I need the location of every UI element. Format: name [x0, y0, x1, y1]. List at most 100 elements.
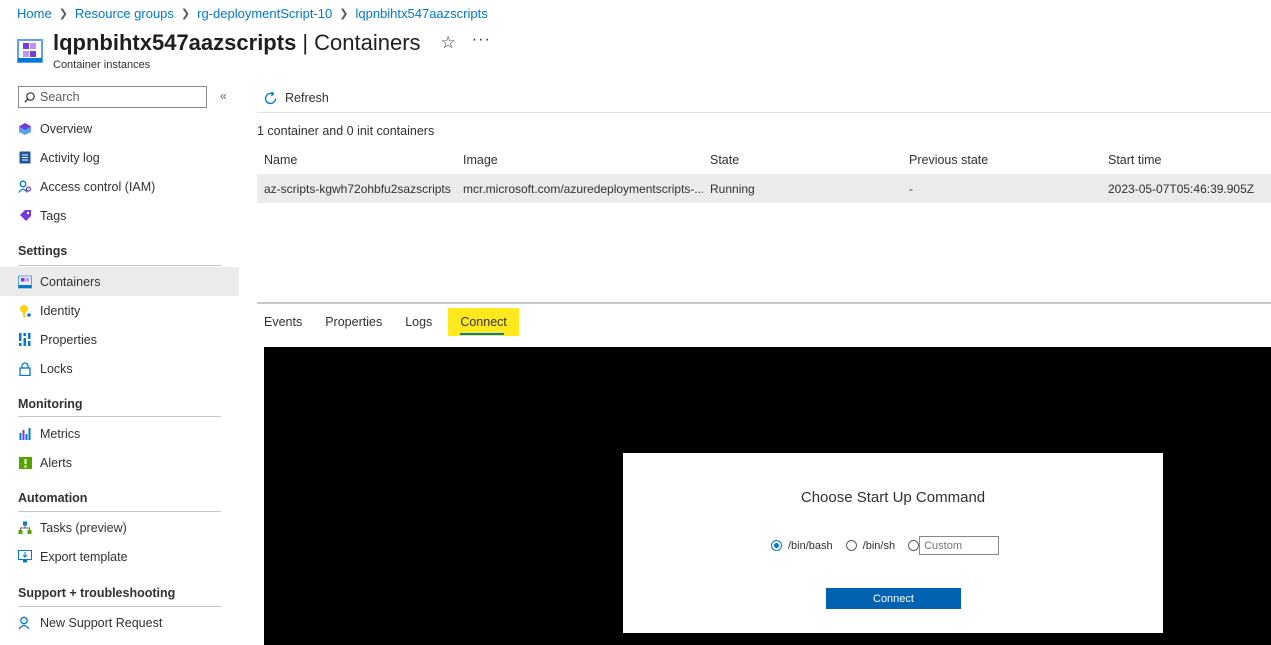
cell-name: az-scripts-kgwh72ohbfu2sazscripts: [264, 181, 451, 196]
sidebar-item-label: Tags: [40, 208, 67, 223]
dialog-title: Choose Start Up Command: [800, 489, 986, 506]
export-template-icon: [18, 550, 32, 564]
container-instances-icon: [17, 38, 43, 64]
radio-label: /bin/bash: [788, 539, 833, 552]
section-divider: [18, 511, 221, 512]
radio-custom[interactable]: [908, 540, 920, 551]
page-name: | Containers: [302, 30, 421, 55]
tasks-icon: [18, 521, 32, 535]
sidebar-item-label: Alerts: [40, 455, 72, 470]
table-row[interactable]: az-scripts-kgwh72ohbfu2sazscripts mcr.mi…: [257, 174, 1271, 203]
sidebar-item-label: Locks: [40, 361, 73, 376]
refresh-button[interactable]: Refresh: [263, 91, 329, 106]
chevron-right-icon: ❯: [58, 8, 68, 20]
sidebar-item-label: Access control (IAM): [40, 179, 156, 194]
sidebar-item-label: New Support Request: [40, 615, 163, 630]
detail-tabs: Events Properties Logs Connect: [257, 308, 519, 336]
breadcrumb-resource-groups[interactable]: Resource groups: [75, 6, 174, 21]
refresh-label: Refresh: [285, 91, 329, 105]
sidebar-item-tags[interactable]: Tags: [0, 201, 239, 230]
tab-logs[interactable]: Logs: [398, 308, 439, 336]
startup-command-options: /bin/bash /bin/sh: [771, 536, 1000, 555]
column-header-previous-state[interactable]: Previous state: [902, 153, 1101, 167]
terminal-panel[interactable]: Choose Start Up Command /bin/bash /bin/s…: [264, 347, 1271, 645]
radio-indicator: [845, 540, 857, 551]
star-icon[interactable]: ☆: [441, 30, 456, 56]
page-header: lqpnbihtx547aazscripts | Containers ☆ ··…: [17, 30, 491, 71]
sidebar-item-metrics[interactable]: Metrics: [0, 419, 239, 448]
sidebar-item-label: Export template: [40, 549, 128, 564]
sidebar-item-alerts[interactable]: Alerts: [0, 448, 239, 477]
sidebar-item-label: Tasks (preview): [40, 520, 127, 535]
tab-connect[interactable]: Connect: [448, 308, 519, 336]
container-count: 1 container and 0 init containers: [257, 124, 435, 138]
more-icon[interactable]: ···: [472, 27, 491, 53]
column-header-state[interactable]: State: [703, 153, 902, 167]
tab-events[interactable]: Events: [257, 308, 309, 336]
overview-icon: [18, 122, 32, 136]
tab-label: Events: [264, 315, 303, 329]
refresh-icon: [264, 91, 277, 104]
radio-bin-sh[interactable]: /bin/sh: [845, 539, 896, 552]
sidebar-item-label: Overview: [40, 121, 93, 136]
search-input[interactable]: Search: [18, 86, 207, 108]
sidebar-item-iam[interactable]: Access control (IAM): [0, 172, 239, 201]
sidebar-item-new-support-request[interactable]: New Support Request: [0, 608, 239, 637]
sidebar-item-tasks[interactable]: Tasks (preview): [0, 513, 239, 542]
startup-command-dialog: Choose Start Up Command /bin/bash /bin/s…: [623, 453, 1163, 633]
sidebar: Search « Overview Activity log Access co…: [0, 80, 240, 645]
support-icon: [18, 616, 32, 630]
pane-splitter[interactable]: [257, 302, 1271, 304]
sidebar-item-identity[interactable]: Identity: [0, 296, 239, 325]
identity-icon: [18, 304, 32, 318]
sidebar-item-containers[interactable]: Containers: [0, 267, 239, 296]
sidebar-item-label: Containers: [40, 274, 101, 289]
collapse-sidebar-icon[interactable]: «: [220, 89, 227, 103]
section-divider: [18, 265, 221, 266]
iam-icon: [18, 180, 32, 194]
sidebar-item-locks[interactable]: Locks: [0, 354, 239, 383]
sidebar-item-export-template[interactable]: Export template: [0, 542, 239, 571]
radio-indicator: [908, 540, 920, 551]
sidebar-item-label: Properties: [40, 332, 97, 347]
chevron-right-icon: ❯: [180, 8, 191, 20]
column-header-image[interactable]: Image: [456, 153, 703, 167]
search-icon: [24, 91, 35, 103]
section-heading-monitoring: Monitoring: [18, 397, 83, 411]
sidebar-item-label: Metrics: [40, 426, 81, 441]
sidebar-item-overview[interactable]: Overview: [0, 114, 239, 143]
column-header-start-time[interactable]: Start time: [1101, 153, 1271, 167]
section-heading-settings: Settings: [18, 244, 68, 258]
breadcrumb-resource[interactable]: lqpnbihtx547aazscripts: [355, 6, 487, 21]
sidebar-item-activity-log[interactable]: Activity log: [0, 143, 239, 172]
page-title: lqpnbihtx547aazscripts | Containers ☆ ··…: [53, 30, 491, 56]
active-tab-indicator: [460, 333, 504, 335]
column-header-name[interactable]: Name: [257, 153, 456, 167]
radio-bin-bash[interactable]: /bin/bash: [771, 540, 833, 552]
tab-properties[interactable]: Properties: [318, 308, 389, 336]
connect-button[interactable]: Connect: [826, 588, 961, 609]
activity-log-icon: [18, 151, 32, 165]
table-header: Name Image State Previous state Start ti…: [257, 145, 1271, 174]
tag-icon: [18, 209, 32, 223]
custom-command-input[interactable]: [919, 536, 1000, 555]
breadcrumb-home[interactable]: Home: [17, 6, 52, 21]
tab-label: Logs: [405, 315, 433, 329]
cell-state: Running: [710, 181, 755, 196]
search-placeholder: Search: [40, 90, 80, 104]
sidebar-item-properties[interactable]: Properties: [0, 325, 239, 354]
cell-start-time: 2023-05-07T05:46:39.905Z: [1108, 181, 1255, 196]
cell-previous-state: -: [909, 181, 913, 196]
command-bar: Refresh: [257, 84, 1271, 113]
tab-label: Connect: [460, 315, 507, 329]
chevron-right-icon: ❯: [339, 8, 349, 20]
radio-label: /bin/sh: [862, 539, 896, 552]
sidebar-item-label: Activity log: [40, 150, 100, 165]
tab-label: Properties: [325, 315, 383, 329]
radio-indicator: [771, 540, 782, 551]
section-divider: [18, 416, 221, 417]
alerts-icon: [18, 456, 32, 470]
containers-icon: [18, 275, 32, 289]
breadcrumb-resource-group[interactable]: rg-deploymentScript-10: [197, 6, 332, 21]
sidebar-item-label: Identity: [40, 303, 81, 318]
